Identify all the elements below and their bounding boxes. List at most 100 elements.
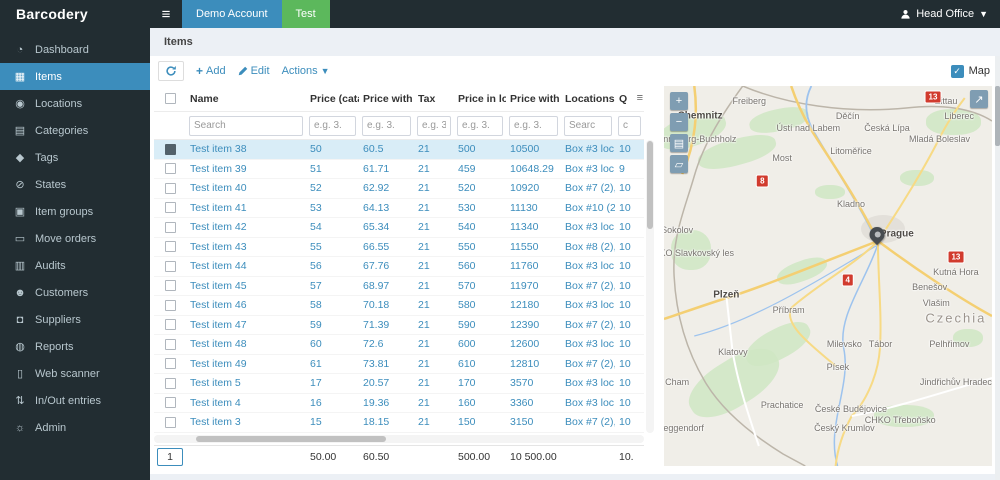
price-with-tax-locations-cell[interactable]: 10920 <box>506 182 561 194</box>
quantity-cell[interactable]: 10 <box>615 358 644 370</box>
price-with-tax-locations-cell[interactable]: 10648.29 <box>506 163 561 175</box>
table-row[interactable]: Test item 3 15 18.15 21 150 3150 Box #7 … <box>154 413 644 433</box>
item-name-link[interactable]: Test item 42 <box>186 221 306 233</box>
map-route-shield[interactable]: 13 <box>924 90 942 104</box>
price-catalog-cell[interactable]: 52 <box>306 182 359 194</box>
row-checkbox[interactable] <box>164 416 176 428</box>
sidebar-item[interactable]: ▯ Web scanner ‹ <box>0 360 150 387</box>
item-name-link[interactable]: Test item 5 <box>186 377 306 389</box>
office-menu[interactable]: Head Office ▼ <box>900 0 1000 28</box>
map[interactable]: Freiberg Chemnitz Zittau Liberec Děčín Ú… <box>664 86 992 466</box>
vertical-scrollbar-thumb[interactable] <box>647 141 653 229</box>
item-name-link[interactable]: Test item 45 <box>186 280 306 292</box>
tax-cell[interactable]: 21 <box>414 416 454 428</box>
page-scrollbar[interactable] <box>995 56 1000 480</box>
price-catalog-cell[interactable]: 15 <box>306 416 359 428</box>
table-row[interactable]: Test item 4 16 19.36 21 160 3360 Box #3 … <box>154 394 644 413</box>
locations-cell[interactable]: Box #7 (2), <box>561 182 615 194</box>
price-catalog-cell[interactable]: 53 <box>306 202 359 214</box>
select-all-checkbox[interactable] <box>164 93 176 104</box>
price-with-tax-locations-cell[interactable]: 12180 <box>506 299 561 311</box>
sidebar-item[interactable]: ▭ Move orders ‹ <box>0 225 150 252</box>
price-with-tax-locations-cell[interactable]: 3360 <box>506 397 561 409</box>
quantity-cell[interactable]: 10 <box>615 416 644 428</box>
sidebar-item[interactable]: ☻ Customers ‹ <box>0 279 150 306</box>
table-row[interactable]: Test item 38 50 60.5 21 500 10500 Box #3… <box>154 140 644 160</box>
locations-cell[interactable]: Box #3 loc <box>561 299 615 311</box>
sidebar-item[interactable]: ▣ Item groups ‹ <box>0 198 150 225</box>
sidebar-item[interactable]: ▥ Audits ‹ <box>0 252 150 279</box>
menu-toggle-icon[interactable]: ≡ <box>150 0 182 28</box>
locations-cell[interactable]: Box #7 (2), <box>561 416 615 428</box>
locations-cell[interactable]: Box #7 (2), <box>561 358 615 370</box>
quantity-cell[interactable]: 10 <box>615 299 644 311</box>
zoom-out-icon[interactable]: − <box>670 113 688 131</box>
filter-name-input[interactable] <box>189 115 303 136</box>
tax-cell[interactable]: 21 <box>414 358 454 370</box>
zoom-in-icon[interactable]: + <box>670 92 688 110</box>
price-with-tax-cell[interactable]: 60.5 <box>359 143 414 155</box>
tax-cell[interactable]: 21 <box>414 397 454 409</box>
price-with-tax-cell[interactable]: 70.18 <box>359 299 414 311</box>
table-row[interactable]: Test item 42 54 65.34 21 540 11340 Box #… <box>154 218 644 238</box>
price-with-tax-locations-cell[interactable]: 3150 <box>506 416 561 428</box>
sidebar-item[interactable]: ◘ Suppliers ‹ <box>0 306 150 333</box>
sidebar-item[interactable]: ◆ Tags ‹ <box>0 144 150 171</box>
account-test-button[interactable]: Test <box>281 0 330 28</box>
price-with-tax-locations-cell[interactable]: 11130 <box>506 202 561 214</box>
price-catalog-cell[interactable]: 50 <box>306 143 359 155</box>
locations-cell[interactable]: Box #3 loc <box>561 377 615 389</box>
price-catalog-cell[interactable]: 61 <box>306 358 359 370</box>
account-demo-button[interactable]: Demo Account <box>182 0 282 28</box>
quantity-cell[interactable]: 10 <box>615 377 644 389</box>
locations-cell[interactable]: Box #10 (2 <box>561 202 615 214</box>
item-name-link[interactable]: Test item 38 <box>186 143 306 155</box>
filter-price-catalog-input[interactable] <box>309 115 356 136</box>
price-in-locations-cell[interactable]: 540 <box>454 221 506 233</box>
layers-icon[interactable]: ▤ <box>670 134 688 152</box>
price-in-locations-cell[interactable]: 580 <box>454 299 506 311</box>
column-header-price-with-tax[interactable]: Price with t <box>359 93 414 105</box>
column-header-price-in-locations[interactable]: Price in loc <box>454 93 506 105</box>
item-name-link[interactable]: Test item 48 <box>186 338 306 350</box>
item-name-link[interactable]: Test item 41 <box>186 202 306 214</box>
price-in-locations-cell[interactable]: 550 <box>454 241 506 253</box>
actions-dropdown[interactable]: Actions ▼ <box>282 65 330 77</box>
price-with-tax-cell[interactable]: 67.76 <box>359 260 414 272</box>
item-name-link[interactable]: Test item 3 <box>186 416 306 428</box>
price-with-tax-cell[interactable]: 72.6 <box>359 338 414 350</box>
price-with-tax-locations-cell[interactable]: 12390 <box>506 319 561 331</box>
price-with-tax-cell[interactable]: 66.55 <box>359 241 414 253</box>
row-checkbox[interactable] <box>164 358 176 370</box>
column-header-price-with-tax-locations[interactable]: Price with t <box>506 93 561 105</box>
table-row[interactable]: Test item 48 60 72.6 21 600 12600 Box #3… <box>154 335 644 355</box>
quantity-cell[interactable]: 10 <box>615 182 644 194</box>
sidebar-item[interactable]: ◔ Dashboard ‹ <box>0 36 150 63</box>
price-with-tax-locations-cell[interactable]: 11760 <box>506 260 561 272</box>
price-catalog-cell[interactable]: 56 <box>306 260 359 272</box>
locations-cell[interactable]: Box #3 loc <box>561 260 615 272</box>
price-in-locations-cell[interactable]: 459 <box>454 163 506 175</box>
price-in-locations-cell[interactable]: 500 <box>454 143 506 155</box>
row-checkbox[interactable] <box>164 319 176 331</box>
locations-cell[interactable]: Box #3 loc <box>561 221 615 233</box>
price-with-tax-cell[interactable]: 68.97 <box>359 280 414 292</box>
price-catalog-cell[interactable]: 55 <box>306 241 359 253</box>
filter-quantity-input[interactable] <box>618 115 641 136</box>
tax-cell[interactable]: 21 <box>414 202 454 214</box>
table-row[interactable]: Test item 5 17 20.57 21 170 3570 Box #3 … <box>154 374 644 394</box>
row-checkbox[interactable] <box>164 182 176 194</box>
quantity-cell[interactable]: 10 <box>615 143 644 155</box>
price-with-tax-cell[interactable]: 20.57 <box>359 377 414 389</box>
price-in-locations-cell[interactable]: 160 <box>454 397 506 409</box>
price-with-tax-locations-cell[interactable]: 11550 <box>506 241 561 253</box>
horizontal-scrollbar[interactable] <box>154 434 644 443</box>
locations-cell[interactable]: Box #3 loc <box>561 338 615 350</box>
refresh-button[interactable] <box>158 61 184 81</box>
column-header-price-catalog[interactable]: Price (catal <box>306 93 359 105</box>
price-with-tax-cell[interactable]: 19.36 <box>359 397 414 409</box>
vertical-scrollbar[interactable] <box>646 140 654 433</box>
item-name-link[interactable]: Test item 49 <box>186 358 306 370</box>
row-checkbox[interactable] <box>164 241 176 253</box>
price-with-tax-locations-cell[interactable]: 3570 <box>506 377 561 389</box>
